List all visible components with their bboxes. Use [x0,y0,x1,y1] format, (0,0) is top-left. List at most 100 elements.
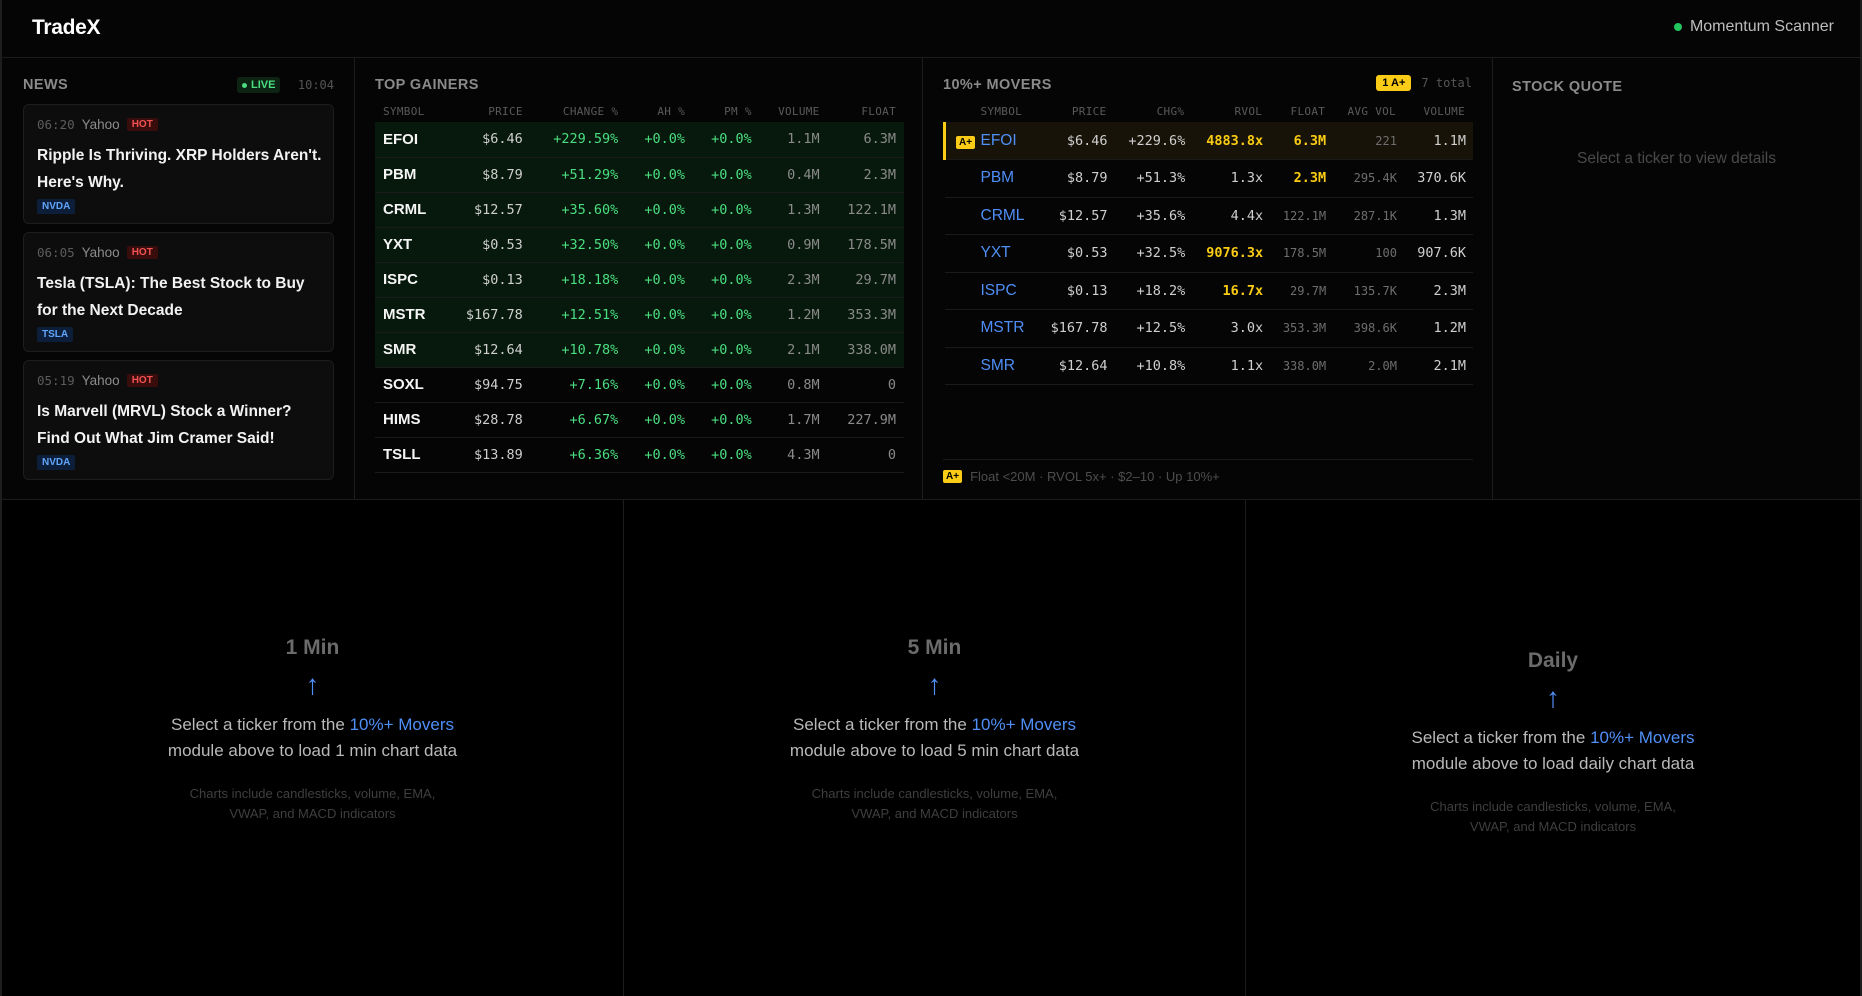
news-card[interactable]: 06:20 Yahoo HOT Ripple Is Thriving. XRP … [23,104,334,224]
change-cell: +6.67% [530,402,627,438]
movers-row[interactable]: A+ EFOI $6.46 +229.6% 4883.8x 6.3M 221 1.1M [943,122,1473,160]
col-header[interactable]: AH % [626,100,693,122]
news-ticker-tag[interactable]: NVDA [37,199,76,214]
symbol-cell[interactable]: ISPC [978,272,1037,310]
ah-cell: +0.0% [626,437,694,473]
col-header[interactable]: CHANGE % [531,100,626,122]
aplus-count-badge: 1 A+ [1376,75,1412,91]
symbol-cell[interactable]: PBM [978,159,1037,198]
symbol-cell[interactable]: MSTR [978,309,1037,348]
gainers-row[interactable]: TSLL $13.89 +6.36% +0.0% +0.0% 4.3M 0 [375,437,904,473]
volume-cell: 1.2M [759,297,828,333]
brand-logo[interactable]: TradeX [32,16,101,40]
col-header[interactable]: PRICE [1037,100,1115,122]
col-header[interactable]: VOLUME [760,100,828,122]
volume-cell: 2.3M [1403,272,1473,310]
symbol-cell: CRML [375,192,445,228]
gainers-row[interactable]: HIMS $28.78 +6.67% +0.0% +0.0% 1.7M 227.9M [375,402,904,438]
pm-cell: +0.0% [693,157,760,193]
rvol-cell: 4.4x [1192,197,1271,235]
symbol-cell[interactable]: CRML [978,197,1037,235]
msg-text: Select a ticker from the [1411,728,1591,747]
float-cell: 2.3M [827,157,904,193]
col-header[interactable]: PM % [693,100,760,122]
chart-placeholder: 1 Min ↑ Select a ticker from the 10%+ Mo… [2,636,623,824]
scanner-status: Momentum Scanner [1673,18,1834,36]
live-badge: LIVE [237,77,281,93]
news-headline[interactable]: Is Marvell (MRVL) Stock a Winner? Find O… [37,398,327,452]
col-header[interactable]: SYMBOL [375,100,445,122]
symbol-cell[interactable]: YXT [978,234,1037,273]
news-ticker-tag[interactable]: NVDA [37,455,76,470]
gainers-row[interactable]: SMR $12.64 +10.78% +0.0% +0.0% 2.1M 338.0M [375,332,904,368]
gainers-row[interactable]: PBM $8.79 +51.29% +0.0% +0.0% 0.4M 2.3M [375,157,904,193]
symbol-cell: HIMS [375,402,445,438]
movers-row[interactable]: PBM $8.79 +51.3% 1.3x 2.3M 295.4K 370.6K [944,159,1473,198]
news-ticker-tag[interactable]: TSLA [37,327,74,342]
col-header[interactable]: SYMBOL [979,100,1037,122]
col-header[interactable]: FLOAT [1270,100,1333,122]
float-cell: 353.3M [1270,309,1334,348]
news-meta: 06:20 Yahoo HOT [37,117,158,132]
movers-row[interactable]: CRML $12.57 +35.6% 4.4x 122.1M 287.1K 1.3M [944,197,1473,235]
news-meta: 06:05 Yahoo HOT [37,245,158,260]
col-header[interactable]: VOLUME [1404,100,1473,122]
ah-cell: +0.0% [626,367,694,403]
rvol-cell: 9076.3x [1192,234,1271,273]
price-cell: $8.79 [1036,159,1115,198]
gainers-row[interactable]: YXT $0.53 +32.50% +0.0% +0.0% 0.9M 178.5M [375,227,904,263]
movers-link[interactable]: 10%+ Movers [1590,728,1694,747]
gainers-row[interactable]: MSTR $167.78 +12.51% +0.0% +0.0% 1.2M 353.3M [375,297,904,333]
news-card[interactable]: 06:05 Yahoo HOT Tesla (TSLA): The Best S… [23,232,334,352]
volume-cell: 2.3M [759,262,828,298]
float-cell: 2.3M [1270,159,1334,198]
movers-row[interactable]: SMR $12.64 +10.8% 1.1x 338.0M 2.0M 2.1M [944,347,1473,385]
news-headline[interactable]: Tesla (TSLA): The Best Stock to Buy for … [37,270,327,324]
change-cell: +10.8% [1114,347,1193,385]
symbol-cell: SOXL [375,367,445,403]
price-cell: $8.79 [444,157,531,193]
price-cell: $12.57 [1036,197,1115,235]
change-cell: +10.78% [530,332,627,368]
chart-note: Charts include candlesticks, volume, EMA… [811,786,1058,821]
news-card[interactable]: 05:19 Yahoo HOT Is Marvell (MRVL) Stock … [23,360,334,480]
movers-link[interactable]: 10%+ Movers [972,715,1076,734]
movers-row[interactable]: MSTR $167.78 +12.5% 3.0x 353.3M 398.6K 1.2M [944,309,1473,348]
badge-cell [944,197,979,235]
msg-text: Select a ticker from the [793,715,972,734]
col-header[interactable]: RVOL [1192,100,1270,122]
col-header[interactable]: PRICE [445,100,531,122]
movers-row[interactable]: ISPC $0.13 +18.2% 16.7x 29.7M 135.7K 2.3M [944,272,1473,310]
change-cell: +35.6% [1114,197,1193,235]
badge-cell [944,234,979,273]
avg-vol-cell: 221 [1333,122,1404,160]
news-time: 05:19 [37,373,75,388]
pm-cell: +0.0% [693,297,760,333]
rvol-cell: 1.3x [1192,159,1271,198]
price-cell: $0.13 [444,262,531,298]
news-headline[interactable]: Ripple Is Thriving. XRP Holders Aren't. … [37,142,327,196]
symbol-cell[interactable]: SMR [978,347,1037,385]
symbol-cell[interactable]: EFOI [978,122,1037,160]
volume-cell: 2.1M [759,332,828,368]
pm-cell: +0.0% [693,367,760,403]
gainers-row[interactable]: SOXL $94.75 +7.16% +0.0% +0.0% 0.8M 0 [375,367,904,403]
movers-row[interactable]: YXT $0.53 +32.5% 9076.3x 178.5M 100 907.6K [944,234,1473,273]
badge-cell [944,272,979,310]
chart-placeholder: 5 Min ↑ Select a ticker from the 10%+ Mo… [624,636,1245,824]
col-header[interactable]: FLOAT [828,100,904,122]
col-header[interactable]: CHG% [1114,100,1192,122]
hot-badge: HOT [126,374,158,387]
avg-vol-cell: 135.7K [1333,272,1404,310]
pm-cell: +0.0% [693,122,760,158]
movers-link[interactable]: 10%+ Movers [350,715,454,734]
float-cell: 0 [827,367,904,403]
price-cell: $167.78 [444,297,531,333]
movers-total: 7 total [1421,76,1472,90]
gainers-row[interactable]: EFOI $6.46 +229.59% +0.0% +0.0% 1.1M 6.3M [375,122,904,158]
volume-cell: 0.4M [759,157,828,193]
gainers-row[interactable]: CRML $12.57 +35.60% +0.0% +0.0% 1.3M 122.1M [375,192,904,228]
volume-cell: 4.3M [759,437,828,473]
col-header[interactable]: AVG VOL [1333,100,1404,122]
gainers-row[interactable]: ISPC $0.13 +18.18% +0.0% +0.0% 2.3M 29.7M [375,262,904,298]
